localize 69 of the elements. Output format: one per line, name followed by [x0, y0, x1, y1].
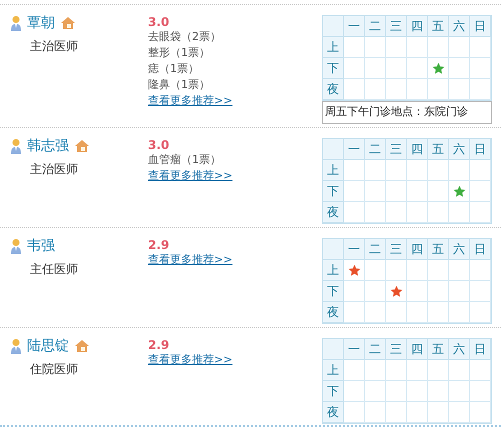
doctor-name[interactable]: 陆思锭 [27, 336, 69, 356]
day-header: 四 [407, 239, 428, 260]
period-label: 上 [323, 260, 344, 281]
person-icon [10, 338, 22, 354]
period-label: 下 [323, 181, 344, 202]
period-label: 下 [323, 58, 344, 79]
day-header: 六 [449, 339, 470, 360]
day-header: 二 [365, 339, 386, 360]
doctor-title: 住院医师 [29, 361, 79, 378]
recommendation-text: 血管瘤（1票） [148, 152, 222, 168]
day-header: 一 [344, 239, 365, 260]
day-header: 二 [365, 239, 386, 260]
day-header: 四 [407, 16, 428, 37]
day-header: 三 [386, 16, 407, 37]
doctor-title: 主治医师 [29, 161, 79, 178]
person-icon [10, 138, 22, 154]
period-label: 下 [323, 381, 344, 402]
day-header: 日 [470, 339, 491, 360]
rating-score: 3.0 [148, 15, 170, 29]
day-header: 五 [428, 139, 449, 160]
day-header: 一 [344, 16, 365, 37]
rating-score: 2.9 [148, 338, 170, 352]
more-link[interactable]: 查看更多推荐>> [148, 169, 232, 182]
house-icon[interactable] [74, 139, 90, 153]
day-header: 一 [344, 139, 365, 160]
day-header: 三 [386, 139, 407, 160]
day-header: 一 [344, 339, 365, 360]
day-header: 六 [449, 16, 470, 37]
person-icon [10, 15, 22, 31]
more-link[interactable]: 查看更多推荐>> [148, 94, 232, 107]
day-header: 三 [386, 339, 407, 360]
person-icon [10, 238, 22, 254]
day-header: 日 [470, 16, 491, 37]
doctor-title: 主治医师 [29, 38, 79, 55]
day-header: 二 [365, 139, 386, 160]
day-header: 五 [428, 339, 449, 360]
day-header: 二 [365, 16, 386, 37]
period-label: 下 [323, 281, 344, 302]
day-header: 三 [386, 239, 407, 260]
doctor-title: 主任医师 [29, 261, 79, 278]
house-icon[interactable] [74, 339, 90, 353]
rating-score: 3.0 [148, 138, 170, 152]
more-link[interactable]: 查看更多推荐>> [148, 253, 232, 266]
day-header: 四 [407, 139, 428, 160]
period-label: 夜 [323, 302, 344, 323]
day-header: 日 [470, 139, 491, 160]
recommendation-text: 隆鼻（1票） [148, 77, 211, 93]
period-label: 上 [323, 360, 344, 381]
period-label: 夜 [323, 402, 344, 423]
day-header: 日 [470, 239, 491, 260]
recommendation-text: 痣（1票） [148, 61, 200, 77]
period-label: 夜 [323, 202, 344, 223]
doctor-name[interactable]: 韦强 [27, 236, 55, 256]
day-header: 四 [407, 339, 428, 360]
tooltip: 周五下午门诊地点：东院门诊 [322, 101, 492, 124]
rating-score: 2.9 [148, 238, 170, 252]
house-icon[interactable] [60, 16, 76, 30]
more-link[interactable]: 查看更多推荐>> [148, 353, 232, 366]
day-header: 五 [428, 16, 449, 37]
period-label: 上 [323, 160, 344, 181]
day-header: 六 [449, 139, 470, 160]
period-label: 上 [323, 37, 344, 58]
recommendation-text: 整形（1票） [148, 45, 211, 61]
day-header: 五 [428, 239, 449, 260]
day-header: 六 [449, 239, 470, 260]
period-label: 夜 [323, 79, 344, 100]
recommendation-text: 去眼袋（2票） [148, 29, 222, 45]
doctor-name[interactable]: 韩志强 [27, 136, 69, 156]
doctor-name[interactable]: 覃朝 [27, 13, 55, 33]
